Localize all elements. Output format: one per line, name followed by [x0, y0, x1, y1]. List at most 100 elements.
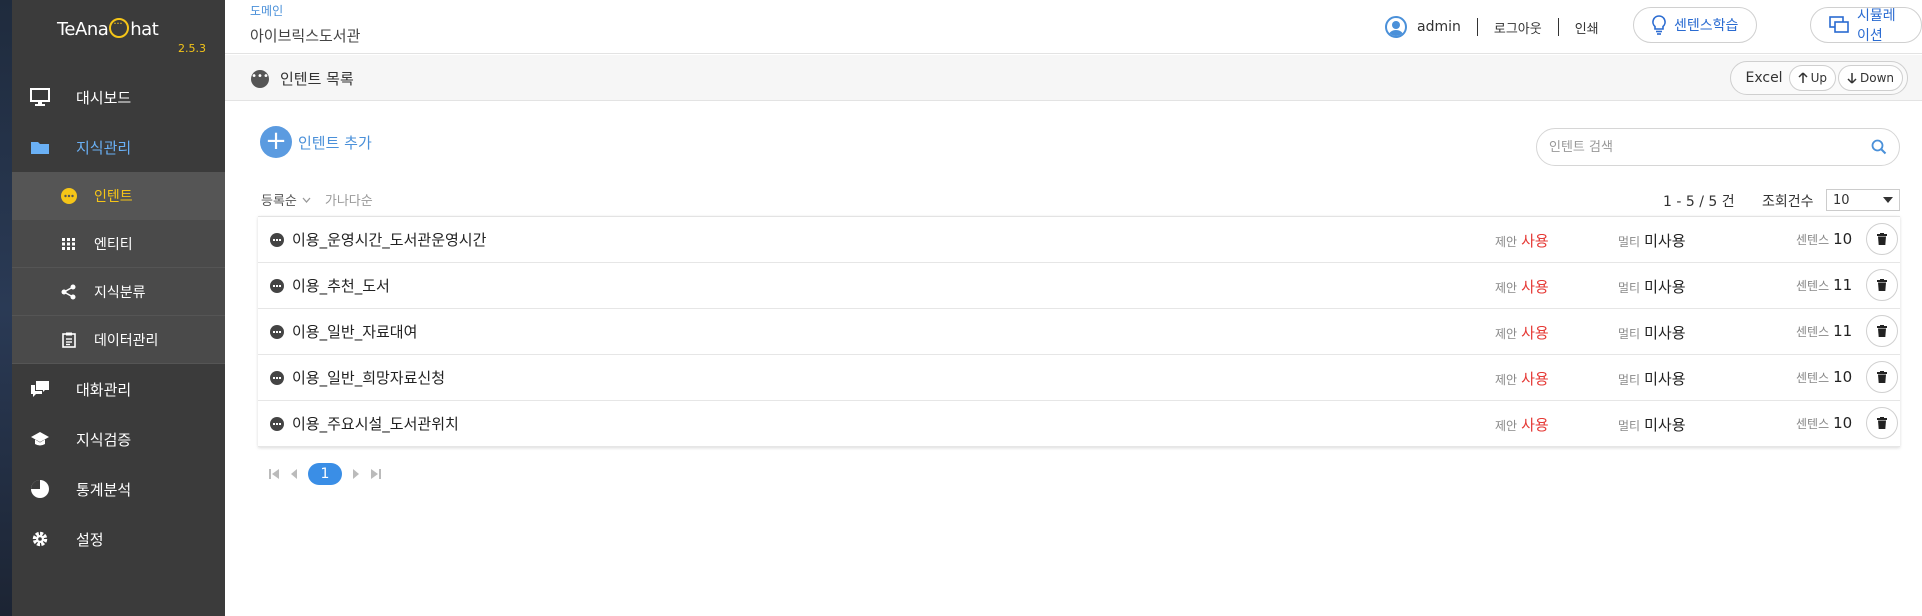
sentence-field: 센텐스 10 — [1796, 414, 1852, 432]
delete-button[interactable] — [1866, 361, 1898, 393]
delete-button[interactable] — [1866, 407, 1898, 439]
page-size-select[interactable]: 10 — [1826, 189, 1900, 211]
sentence-label: 센텐스 — [1796, 417, 1830, 431]
sort-by-alphabet[interactable]: 가나다순 — [325, 190, 373, 209]
intent-row[interactable]: 이용_주요시설_도서관위치 제안 사용 멀티 미사용 센텐스 10 — [258, 401, 1900, 447]
excel-group: Excel Up Down — [1730, 61, 1908, 95]
proposal-field: 제안 사용 — [1495, 322, 1549, 343]
excel-download-label: Down — [1859, 71, 1894, 85]
graduation-cap-icon — [30, 429, 50, 449]
multi-field: 멀티 미사용 — [1618, 230, 1686, 251]
username[interactable]: admin — [1417, 19, 1461, 35]
logout-link[interactable]: 로그아웃 — [1494, 18, 1542, 37]
sentence-label: 센텐스 — [1796, 325, 1830, 339]
sidebar-item-settings[interactable]: 설정 — [12, 514, 225, 564]
simulation-button[interactable]: 시뮬레이션 — [1810, 7, 1922, 44]
excel-upload-label: Up — [1810, 71, 1827, 85]
delete-button[interactable] — [1866, 315, 1898, 347]
first-page-icon[interactable] — [268, 468, 280, 480]
sidebar-item-knowledge[interactable]: 지식관리 — [12, 122, 225, 172]
intent-chat-icon — [270, 279, 284, 293]
sentence-count: 10 — [1833, 414, 1853, 432]
search-icon[interactable] — [1871, 139, 1887, 155]
trash-icon — [1877, 233, 1887, 245]
sidebar-item-label: 지식관리 — [76, 138, 132, 157]
sidebar: TeAna hat 2.5.3 대시보드 지식관리 인텐트 — [0, 0, 225, 616]
sidebar-subnav: 인텐트 엔티티 지식분류 데이터관리 — [12, 172, 225, 364]
intent-row[interactable]: 이용_운영시간_도서관운영시간 제안 사용 멀티 미사용 센텐스 10 — [258, 217, 1900, 263]
sidebar-item-label: 지식검증 — [76, 430, 132, 449]
delete-button[interactable] — [1866, 223, 1898, 255]
search-input[interactable] — [1549, 139, 1871, 155]
sidebar-subitem-label: 데이터관리 — [94, 332, 159, 349]
arrow-up-icon — [1798, 72, 1808, 84]
app-version: 2.5.3 — [178, 42, 206, 55]
trash-icon — [1877, 371, 1887, 383]
sentence-label: 센텐스 — [1796, 371, 1830, 385]
excel-download-button[interactable]: Down — [1837, 65, 1903, 91]
sidebar-item-statistics[interactable]: 통계분석 — [12, 464, 225, 514]
sort-options: 등록순 가나다순 — [261, 190, 373, 209]
result-count: 1 - 5 / 5 건 — [1663, 194, 1735, 210]
sidebar-subitem-classification[interactable]: 지식분류 — [12, 268, 225, 316]
multi-value: 미사용 — [1644, 416, 1686, 434]
excel-upload-button[interactable]: Up — [1788, 65, 1836, 91]
intent-chat-icon — [270, 417, 284, 431]
proposal-field: 제안 사용 — [1495, 368, 1549, 389]
intent-name[interactable]: 이용_추천_도서 — [292, 275, 390, 296]
sidebar-item-dashboard[interactable]: 대시보드 — [12, 72, 225, 122]
intent-row[interactable]: 이용_일반_희망자료신청 제안 사용 멀티 미사용 센텐스 10 — [258, 355, 1900, 401]
sidebar-item-label: 설정 — [76, 530, 104, 549]
grid-icon — [60, 235, 78, 253]
proposal-label: 제안 — [1495, 235, 1518, 249]
print-link[interactable]: 인쇄 — [1575, 18, 1599, 37]
sentence-count: 10 — [1833, 230, 1853, 248]
intent-chat-icon — [270, 325, 284, 339]
intent-name[interactable]: 이용_운영시간_도서관운영시간 — [292, 229, 486, 250]
delete-button[interactable] — [1866, 269, 1898, 301]
logo-chat-icon — [109, 14, 130, 38]
add-intent-button[interactable]: + 인텐트 추가 — [260, 126, 372, 158]
arrow-down-icon — [1847, 72, 1857, 84]
sidebar-subitem-entity[interactable]: 엔티티 — [12, 220, 225, 268]
prev-page-icon[interactable] — [290, 468, 298, 480]
gear-icon — [30, 529, 50, 549]
multi-field: 멀티 미사용 — [1618, 322, 1686, 343]
intent-name[interactable]: 이용_일반_자료대여 — [292, 321, 417, 342]
sentence-label: 센텐스 — [1796, 233, 1830, 247]
multi-value: 미사용 — [1644, 370, 1686, 388]
sidebar-subitem-label: 인텐트 — [94, 188, 133, 205]
add-intent-label: 인텐트 추가 — [298, 133, 372, 152]
intent-name[interactable]: 이용_일반_희망자료신청 — [292, 367, 445, 388]
multi-value: 미사용 — [1644, 278, 1686, 296]
intent-row[interactable]: 이용_추천_도서 제안 사용 멀티 미사용 센텐스 11 — [258, 263, 1900, 309]
logo-text: TeAna hat — [57, 14, 159, 40]
sidebar-item-verification[interactable]: 지식검증 — [12, 414, 225, 464]
page-titlebar: ••• 인텐트 목록 Excel Up Down — [225, 55, 1922, 101]
share-icon — [60, 283, 78, 301]
sidebar-item-label: 대시보드 — [76, 88, 132, 107]
user-area: admin 로그아웃 인쇄 — [1385, 16, 1599, 38]
page-number-current[interactable]: 1 — [308, 463, 342, 485]
trash-icon — [1877, 417, 1887, 429]
sidebar-subitem-data[interactable]: 데이터관리 — [12, 316, 225, 364]
sentence-learning-button[interactable]: 센텐스학습 — [1633, 7, 1758, 43]
intent-chat-icon — [270, 233, 284, 247]
multi-field: 멀티 미사용 — [1618, 276, 1686, 297]
sidebar-subitem-intent[interactable]: 인텐트 — [12, 172, 225, 220]
intent-chat-icon — [270, 371, 284, 385]
domain-selector[interactable]: 아이브릭스도서관 — [250, 25, 360, 46]
multi-value: 미사용 — [1644, 324, 1686, 342]
sidebar-item-conversation[interactable]: 대화관리 — [12, 364, 225, 414]
next-page-icon[interactable] — [352, 468, 360, 480]
intent-search — [1536, 128, 1900, 166]
sidebar-nav: 대시보드 지식관리 인텐트 엔티티 지식분류 데이터관리 대화관리 지식검증 통… — [12, 72, 225, 564]
last-page-icon[interactable] — [370, 468, 382, 480]
intent-chat-icon: ••• — [251, 70, 269, 88]
sort-by-registration[interactable]: 등록순 — [261, 190, 311, 209]
intent-name[interactable]: 이용_주요시설_도서관위치 — [292, 413, 459, 434]
intent-row[interactable]: 이용_일반_자료대여 제안 사용 멀티 미사용 센텐스 11 — [258, 309, 1900, 355]
logo[interactable]: TeAna hat 2.5.3 — [12, 0, 225, 60]
intent-list: 이용_운영시간_도서관운영시간 제안 사용 멀티 미사용 센텐스 10 이용_추천_도… — [258, 216, 1900, 447]
lightbulb-icon — [1652, 15, 1666, 35]
